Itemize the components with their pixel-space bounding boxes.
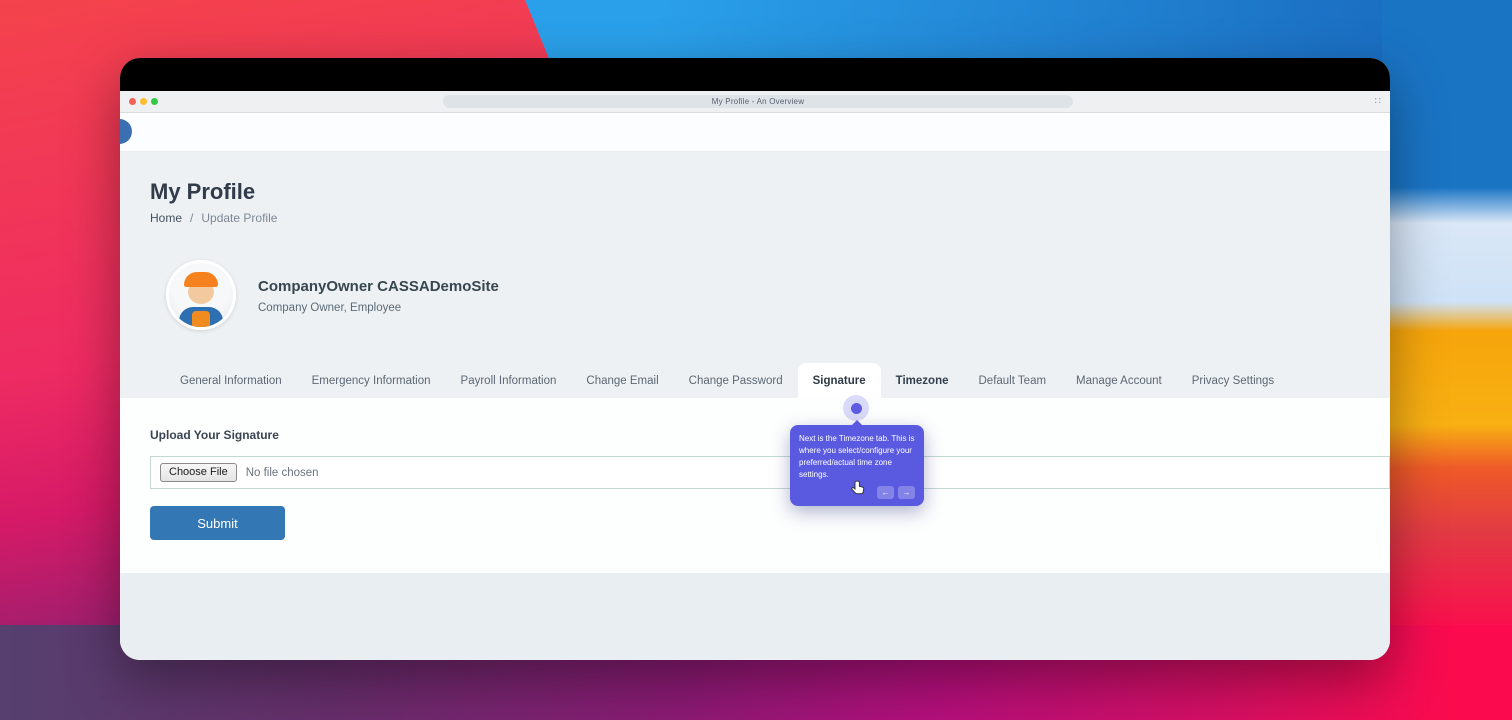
avatar-vest-shape [192,311,210,327]
upload-signature-label: Upload Your Signature [150,428,279,442]
app-window: My Profile - An Overview ∷ My Profile Ho… [120,58,1390,660]
profile-name: CompanyOwner CASSADemoSite [258,277,499,295]
submit-button[interactable]: Submit [150,506,285,540]
profile-text: CompanyOwner CASSADemoSite Company Owner… [258,277,499,314]
window-resize-icon[interactable]: ∷ [1375,95,1381,108]
tab-emergency-information[interactable]: Emergency Information [297,363,446,398]
tab-change-email[interactable]: Change Email [571,363,673,398]
tab-manage-account[interactable]: Manage Account [1061,363,1177,398]
profile-page: My Profile Home / Update Profile Company… [120,152,1390,660]
tab-privacy-settings[interactable]: Privacy Settings [1177,363,1289,398]
tab-payroll-information[interactable]: Payroll Information [446,363,572,398]
tour-beacon[interactable] [843,395,869,421]
tab-change-password[interactable]: Change Password [674,363,798,398]
profile-tabs: General Information Emergency Informatio… [150,363,1360,398]
breadcrumb-current: Update Profile [201,211,278,225]
close-window-button[interactable] [129,98,136,105]
tab-default-team[interactable]: Default Team [964,363,1062,398]
choose-file-button[interactable]: Choose File [160,463,237,482]
traffic-lights [129,98,158,105]
breadcrumb: Home / Update Profile [150,210,1360,226]
minimize-window-button[interactable] [140,98,147,105]
cursor-pointer-icon [851,480,865,495]
titlebar-pill: My Profile - An Overview [443,95,1073,108]
desktop: My Profile - An Overview ∷ My Profile Ho… [0,0,1512,720]
site-header [120,113,1390,152]
profile-summary: CompanyOwner CASSADemoSite Company Owner… [166,260,1360,330]
tour-next-button[interactable]: → [898,486,915,499]
breadcrumb-separator: / [190,211,194,225]
page-title: My Profile [150,179,256,204]
avatar-helmet-shape [184,272,218,287]
file-chosen-status: No file chosen [245,466,319,479]
signature-panel: Upload Your Signature Choose File No fil… [120,398,1390,573]
signature-file-input[interactable]: Choose File No file chosen [150,456,1390,489]
window-top-black-bar [120,58,1390,91]
tab-signature[interactable]: Signature [797,363,881,398]
tab-general-information[interactable]: General Information [165,363,297,398]
tour-back-button[interactable]: ← [877,486,894,499]
page-footer-space [120,573,1390,660]
site-logo-partial [120,119,132,144]
tour-beacon-dot [850,402,862,414]
avatar [166,260,236,330]
breadcrumb-home-link[interactable]: Home [150,210,182,226]
tab-timezone[interactable]: Timezone [881,363,964,398]
window-title: My Profile - An Overview [711,97,805,106]
window-titlebar: My Profile - An Overview ∷ [120,91,1390,113]
profile-roles: Company Owner, Employee [258,301,402,314]
zoom-window-button[interactable] [151,98,158,105]
tour-tooltip-text: Next is the Timezone tab. This is where … [799,434,915,479]
page-head: My Profile Home / Update Profile Company… [120,152,1390,398]
wallpaper-right-bands [1382,0,1512,720]
